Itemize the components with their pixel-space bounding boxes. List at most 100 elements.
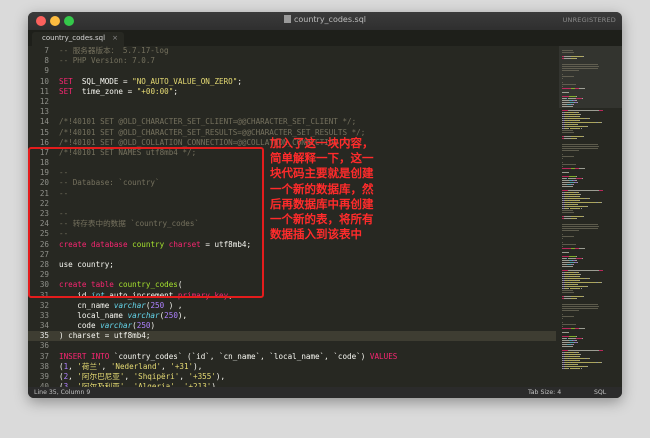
minimap-token: [568, 366, 583, 367]
code-line[interactable]: 11 SET time_zone = "+00:00";: [28, 87, 556, 97]
minimap-token: [562, 74, 564, 75]
minimap-token: [575, 260, 578, 261]
minimap-token: [562, 100, 569, 101]
minimap-token: [578, 272, 580, 273]
line-number: 7: [44, 46, 49, 55]
minimap-token: [568, 270, 600, 271]
minimap-token: [582, 338, 584, 339]
code-line[interactable]: 37 INSERT INTO `country_codes` (`id`, `cn…: [28, 352, 556, 362]
minimap-token: [562, 306, 599, 307]
code-line[interactable]: 36: [28, 341, 556, 351]
minimap-token: [579, 88, 586, 89]
minimap-token: [580, 128, 582, 129]
line-number: 10: [39, 76, 49, 86]
syntax-selector[interactable]: SQL: [594, 389, 606, 396]
code-line[interactable]: 32 cn_name varchar(250 ) ,: [28, 301, 556, 311]
line-number: 11: [39, 86, 49, 96]
minimap-token: [569, 96, 577, 97]
minimap-token: [578, 120, 580, 121]
code-line[interactable]: 10 SET SQL_MODE = "NO_AUTO_VALUE_ON_ZERO"…: [28, 77, 556, 87]
code-line[interactable]: 38 (1, '荷兰', 'Nederland', '+31'),: [28, 362, 556, 372]
line-code: cn_name varchar(250 ) ,: [59, 301, 182, 311]
minimap-token: [562, 318, 564, 319]
code-line[interactable]: 13: [28, 107, 556, 117]
minimap-token: [567, 178, 577, 179]
minimap-token: [600, 362, 602, 363]
minimap-token: [562, 244, 577, 245]
code-line[interactable]: 33 local_name varchar(250),: [28, 311, 556, 321]
line-number: 12: [39, 96, 49, 106]
code-token: ,: [68, 361, 78, 371]
code-token: ) charset = utf8mb4;: [59, 331, 151, 341]
minimap-token: [599, 110, 603, 111]
cursor-position: Line 35, Column 9: [34, 389, 91, 396]
minimap-token: [582, 178, 584, 179]
tab-country-codes[interactable]: country_codes.sql ×: [32, 32, 124, 46]
line-number: 33: [39, 310, 49, 320]
minimap-token: [562, 78, 564, 79]
minimap-token: [575, 138, 577, 139]
code-token: /*!40101 SET @OLD_CHARACTER_SET_CLIENT=@…: [59, 117, 357, 127]
code-line[interactable]: 7 -- 服务器版本： 5.7.17-log: [28, 46, 556, 56]
minimap-token: [589, 358, 591, 359]
minimap-token: [562, 246, 564, 247]
minimap[interactable]: [559, 46, 622, 387]
code-line[interactable]: 14 /*!40101 SET @OLD_CHARACTER_SET_CLIENT…: [28, 117, 556, 127]
minimap-token: [573, 264, 575, 265]
code-line[interactable]: 8 -- PHP Version: 7.0.7: [28, 56, 556, 66]
minimap-token: [563, 216, 571, 217]
code-token: -- PHP Version: 7.0.7: [59, 56, 156, 66]
minimap-token: [562, 180, 569, 181]
minimap-token: [562, 162, 564, 163]
tab-size-selector[interactable]: Tab Size: 4: [528, 389, 561, 396]
status-bar: Line 35, Column 9 Tab Size: 4 SQL: [28, 387, 622, 398]
code-token: `country_codes` (`id`, `cn_name`, `local…: [109, 351, 370, 361]
minimap-token: [562, 256, 570, 257]
code-token: SET: [59, 76, 73, 86]
minimap-token: [562, 154, 564, 155]
line-number: 34: [39, 321, 49, 331]
minimap-token: [562, 86, 564, 87]
code-token: code: [59, 321, 101, 331]
minimap-token: [562, 130, 573, 131]
code-line[interactable]: 12: [28, 97, 556, 107]
minimap-token: [575, 180, 578, 181]
code-line[interactable]: 9: [28, 66, 556, 76]
minimap-token: [562, 346, 573, 347]
minimap-token: [562, 76, 575, 77]
minimap-token: [578, 280, 580, 281]
minimap-token: [579, 116, 581, 117]
code-token: -- 服务器版本： 5.7.17-log: [59, 46, 169, 55]
line-code: ) charset = utf8mb4;: [59, 331, 150, 341]
code-token: 'Nederland': [110, 361, 162, 371]
minimap-token: [562, 132, 574, 133]
minimap-token: [579, 276, 581, 277]
code-token: '阿尔巴尼亚': [77, 372, 125, 381]
minimap-token: [577, 204, 579, 205]
minimap-token: [562, 148, 598, 149]
code-token: SQL_MODE =: [72, 76, 133, 86]
code-line[interactable]: 35 ) charset = utf8mb4;: [28, 331, 556, 342]
code-line[interactable]: 39 (2, '阿尔巴尼亚', 'Shqipëri', '+355'),: [28, 372, 556, 382]
code-line[interactable]: 34 code varchar(250): [28, 321, 556, 331]
window-title-area: country_codes.sql: [28, 15, 622, 24]
minimap-token: [562, 168, 571, 169]
minimap-token: [583, 56, 585, 57]
line-number: 35: [39, 331, 49, 341]
line-number: 39: [39, 372, 49, 381]
minimap-token: [562, 186, 573, 187]
minimap-token: [600, 202, 602, 203]
minimap-token: [562, 266, 573, 267]
line-number: 9: [44, 66, 49, 76]
minimap-token: [580, 368, 582, 369]
minimap-token: [577, 124, 579, 125]
minimap-token: [571, 122, 597, 123]
minimap-token: [570, 216, 584, 217]
line-code: code varchar(250): [59, 321, 155, 331]
minimap-token: [562, 172, 569, 173]
code-token: ;: [173, 86, 178, 96]
minimap-token: [562, 210, 573, 211]
code-token: ;: [237, 76, 242, 86]
minimap-token: [576, 182, 578, 183]
tab-close-icon[interactable]: ×: [112, 34, 118, 42]
